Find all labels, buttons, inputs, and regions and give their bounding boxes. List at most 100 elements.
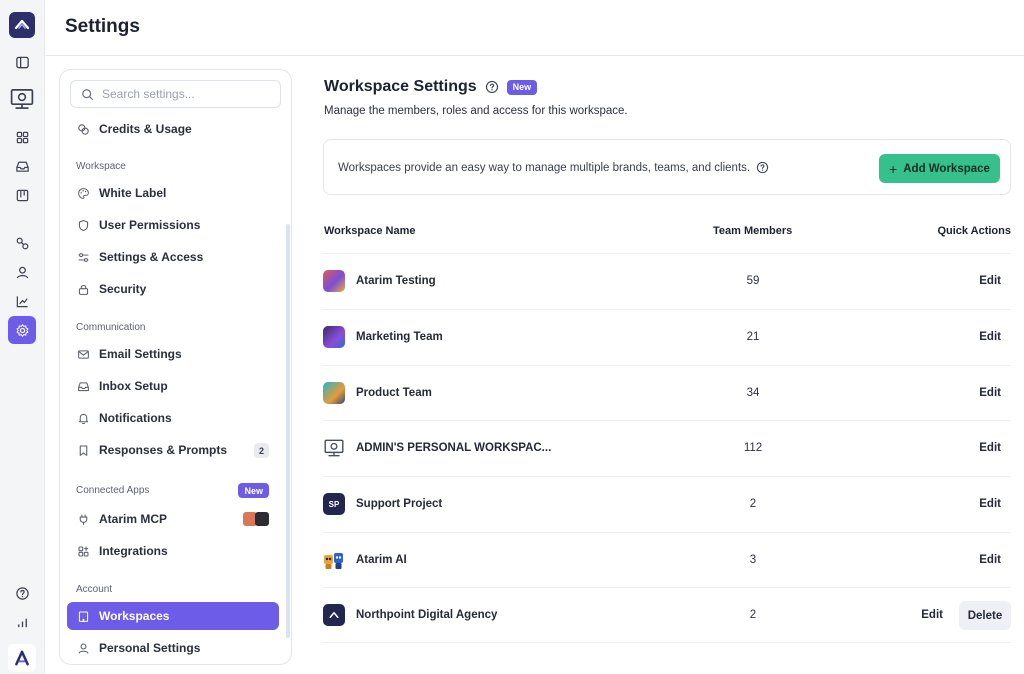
team-members-count: 2 <box>749 609 757 621</box>
nav-white-label[interactable]: White Label <box>67 179 279 207</box>
edit-button[interactable]: Edit <box>979 442 1001 454</box>
workspace-avatar <box>323 604 345 626</box>
grid-icon[interactable] <box>8 123 36 151</box>
atarim-logo-icon[interactable] <box>9 12 35 38</box>
nav-label: Credits & Usage <box>99 122 192 136</box>
nav-email-settings[interactable]: Email Settings <box>67 340 279 368</box>
nav-credits-usage[interactable]: Credits & Usage <box>67 115 279 143</box>
add-workspace-label: Add Workspace <box>903 162 990 175</box>
edit-button[interactable]: Edit <box>979 554 1001 566</box>
column-header-members[interactable]: Team Members <box>713 225 792 237</box>
inbox-icon[interactable] <box>8 152 36 180</box>
nav-label: Security <box>99 282 147 296</box>
team-members-count: 21 <box>746 331 760 343</box>
nav-atarim-mcp[interactable]: Atarim MCP <box>67 505 279 533</box>
edit-button[interactable]: Edit <box>979 387 1001 399</box>
table-row[interactable]: Atarim Testing 59 Edit <box>323 253 1011 309</box>
help-icon[interactable] <box>8 579 36 607</box>
count-badge: 2 <box>254 443 269 458</box>
workspace-name: Atarim AI <box>356 554 407 566</box>
building-icon <box>78 611 89 622</box>
table-row[interactable]: SP Support Project 2 Edit <box>323 476 1011 532</box>
nav-security[interactable]: Security <box>67 275 279 303</box>
section-title: Workspace Settings <box>324 78 477 95</box>
bell-icon <box>78 413 89 424</box>
section-label-connected-apps: Connected Apps <box>76 485 150 496</box>
settings-icon[interactable] <box>8 316 36 344</box>
workspace-avatar <box>323 326 345 348</box>
mail-icon <box>78 349 89 359</box>
table-bottom-border <box>323 642 1011 643</box>
workspace-avatar <box>323 549 345 571</box>
search-box[interactable] <box>70 80 281 108</box>
search-icon <box>82 88 93 100</box>
table-row[interactable]: Marketing Team 21 Edit <box>323 309 1011 365</box>
nav-settings-access[interactable]: Settings & Access <box>67 243 279 271</box>
plug-icon <box>79 514 88 525</box>
nav-label: Settings & Access <box>99 250 204 264</box>
coins-icon <box>78 123 89 135</box>
sidebar-toggle-icon[interactable] <box>8 48 36 76</box>
table-row[interactable]: ADMIN'S PERSONAL WORKSPAC... 112 Edit <box>323 420 1011 476</box>
workspace-name: Marketing Team <box>356 331 443 343</box>
user-icon[interactable] <box>8 258 36 286</box>
chevron-logo-icon <box>329 612 339 618</box>
edit-button[interactable]: Edit <box>979 498 1001 510</box>
nav-responses-prompts[interactable]: Responses & Prompts 2 <box>67 436 279 464</box>
nav-label: Personal Settings <box>99 641 201 655</box>
puzzle-grid-icon <box>78 546 89 556</box>
board-icon[interactable] <box>8 181 36 209</box>
nav-user-permissions[interactable]: User Permissions <box>67 211 279 239</box>
workspace-monitor-icon <box>324 439 344 457</box>
nav-label: Responses & Prompts <box>99 443 228 457</box>
workspace-settings-title: Workspace Settings New <box>324 78 538 96</box>
bookmark-icon <box>79 445 88 456</box>
nav-label: White Label <box>99 186 167 200</box>
brand-logo-icon[interactable] <box>8 644 36 672</box>
mcp-app-icons <box>243 512 269 526</box>
workspace-avatar <box>323 270 345 292</box>
nav-inbox-setup[interactable]: Inbox Setup <box>67 372 279 400</box>
nav-notifications[interactable]: Notifications <box>67 404 279 432</box>
add-workspace-button[interactable]: + Add Workspace <box>879 154 1000 183</box>
section-subtitle: Manage the members, roles and access for… <box>324 105 628 117</box>
chart-icon[interactable] <box>8 287 36 315</box>
nav-label: User Permissions <box>99 218 201 232</box>
workspace-icon[interactable] <box>6 84 38 114</box>
link-icon[interactable] <box>8 229 36 257</box>
team-members-count: 34 <box>746 387 760 399</box>
table-row[interactable]: Northpoint Digital Agency 2 Edit Delete <box>323 587 1011 643</box>
column-header-name[interactable]: Workspace Name <box>324 225 416 237</box>
analytics-icon[interactable] <box>8 608 36 636</box>
nav-label: Workspaces <box>99 609 170 623</box>
settings-sidebar: Credits & Usage Workspace White Label Us… <box>59 69 292 665</box>
icon-rail <box>0 0 45 674</box>
workspace-name: Northpoint Digital Agency <box>356 609 498 621</box>
edit-button[interactable]: Edit <box>921 609 943 621</box>
info-text-wrap: Workspaces provide an easy way to manage… <box>338 161 769 174</box>
workspace-avatar <box>323 382 345 404</box>
edit-button[interactable]: Edit <box>979 275 1001 287</box>
delete-button[interactable]: Delete <box>959 601 1011 630</box>
new-badge: New <box>238 483 269 498</box>
nav-workspaces[interactable]: Workspaces <box>67 602 279 630</box>
search-input[interactable] <box>102 87 272 101</box>
person-icon <box>78 643 89 654</box>
nav-label: Email Settings <box>99 347 182 361</box>
team-members-count: 112 <box>743 442 763 454</box>
workspace-avatar: SP <box>323 493 345 515</box>
table-row[interactable]: Product Team 34 Edit <box>323 365 1011 421</box>
sidebar-scrollbar[interactable] <box>286 224 290 638</box>
nav-personal-settings[interactable]: Personal Settings <box>67 634 279 662</box>
edit-button[interactable]: Edit <box>979 331 1001 343</box>
workspace-avatar <box>323 437 345 459</box>
info-banner: Workspaces provide an easy way to manage… <box>323 139 1011 195</box>
column-header-actions: Quick Actions <box>937 225 1011 237</box>
nav-integrations[interactable]: Integrations <box>67 537 279 565</box>
help-circle-icon[interactable] <box>485 80 499 94</box>
help-circle-icon[interactable] <box>756 161 769 174</box>
table-row[interactable]: Atarim AI 3 Edit <box>323 532 1011 588</box>
nav-label: Notifications <box>99 411 172 425</box>
workspace-name: ADMIN'S PERSONAL WORKSPAC... <box>356 442 552 454</box>
section-label-account: Account <box>76 584 113 595</box>
